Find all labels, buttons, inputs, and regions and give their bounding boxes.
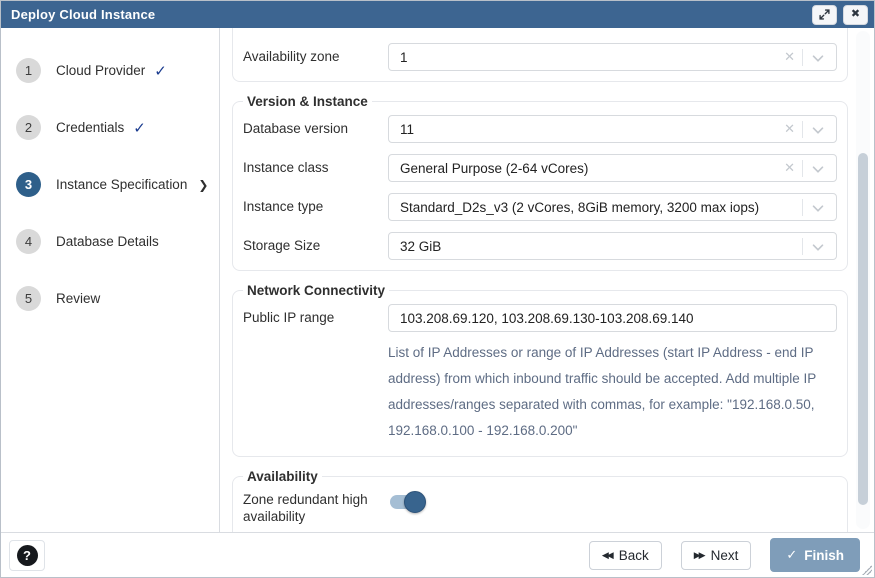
step-label: Credentials: [56, 120, 124, 135]
database-version-row: Database version 11 ✕: [243, 115, 837, 143]
combobox-value: 32 GiB: [400, 239, 802, 254]
deploy-cloud-instance-dialog: Deploy Cloud Instance ✖ 1 Cloud Provider…: [0, 0, 875, 578]
chevron-down-icon[interactable]: [803, 125, 828, 134]
availability-zone-combobox[interactable]: 1 ✕: [388, 43, 837, 71]
scrollbar-thumb[interactable]: [858, 153, 868, 505]
section-partial-top: Availability zone 1 ✕: [232, 28, 848, 82]
combobox-value: General Purpose (2-64 vCores): [400, 161, 777, 176]
instance-class-row: Instance class General Purpose (2-64 vCo…: [243, 154, 837, 182]
database-version-label: Database version: [243, 120, 388, 138]
step-label: Instance Specification: [56, 177, 187, 192]
step-number-badge: 3: [16, 172, 41, 197]
instance-type-combobox[interactable]: Standard_D2s_v3 (2 vCores, 8GiB memory, …: [388, 193, 837, 221]
chevron-right-icon: ❯: [198, 178, 208, 192]
storage-size-row: Storage Size 32 GiB: [243, 232, 837, 260]
step-label: Database Details: [56, 234, 159, 249]
clear-icon[interactable]: ✕: [777, 49, 802, 65]
check-icon: ✓: [786, 547, 797, 563]
double-arrow-right-icon: ▶▶: [694, 550, 704, 561]
step-cloud-provider[interactable]: 1 Cloud Provider ✓: [1, 42, 219, 99]
next-button[interactable]: ▶▶ Next: [681, 541, 752, 570]
back-button-label: Back: [619, 548, 649, 563]
dialog-title: Deploy Cloud Instance: [11, 7, 155, 22]
public-ip-range-help-text: List of IP Addresses or range of IP Addr…: [388, 340, 837, 444]
step-number-badge: 5: [16, 286, 41, 311]
instance-specification-form: Availability zone 1 ✕ Ver: [220, 28, 874, 532]
ha-toggle-row: Zone redundant high availability: [243, 490, 837, 526]
step-review[interactable]: 5 Review: [1, 270, 219, 327]
combobox-controls: [802, 199, 828, 216]
section-availability-legend: Availability: [243, 469, 322, 484]
dialog-titlebar: Deploy Cloud Instance ✖: [1, 1, 874, 28]
section-version-instance: Version & Instance Database version 11 ✕: [232, 94, 848, 271]
step-database-details[interactable]: 4 Database Details: [1, 213, 219, 270]
toggle-knob: [404, 491, 426, 513]
section-version-instance-legend: Version & Instance: [243, 94, 372, 109]
check-icon: ✓: [133, 119, 146, 137]
resize-grip[interactable]: [862, 565, 872, 575]
maximize-button[interactable]: [812, 5, 837, 25]
vertical-scrollbar[interactable]: [856, 31, 870, 529]
step-label: Review: [56, 291, 100, 306]
step-label: Cloud Provider: [56, 63, 145, 78]
availability-zone-label: Availability zone: [243, 48, 388, 66]
storage-size-label: Storage Size: [243, 237, 388, 255]
chevron-down-icon[interactable]: [803, 242, 828, 251]
combobox-value: Standard_D2s_v3 (2 vCores, 8GiB memory, …: [400, 200, 802, 215]
section-network-connectivity: Network Connectivity Public IP range Lis…: [232, 283, 848, 457]
wizard-steps-sidebar: 1 Cloud Provider ✓ 2 Credentials ✓ 3 Ins…: [1, 28, 220, 532]
combobox-controls: ✕: [777, 49, 828, 66]
storage-size-combobox[interactable]: 32 GiB: [388, 232, 837, 260]
chevron-down-icon[interactable]: [803, 53, 828, 62]
public-ip-range-label: Public IP range: [243, 304, 388, 327]
check-icon: ✓: [154, 62, 167, 80]
step-instance-specification[interactable]: 3 Instance Specification ❯: [1, 156, 219, 213]
clear-icon[interactable]: ✕: [777, 160, 802, 176]
help-icon: ?: [17, 545, 38, 566]
dialog-body: 1 Cloud Provider ✓ 2 Credentials ✓ 3 Ins…: [1, 28, 874, 532]
combobox-controls: [802, 238, 828, 255]
back-button[interactable]: ◀◀ Back: [589, 541, 662, 570]
step-number-badge: 2: [16, 115, 41, 140]
ha-toggle-label: Zone redundant high availability: [243, 490, 388, 526]
maximize-icon: [819, 9, 830, 20]
step-credentials[interactable]: 2 Credentials ✓: [1, 99, 219, 156]
combobox-value: 11: [400, 122, 777, 137]
public-ip-range-input[interactable]: [388, 304, 837, 332]
section-network-connectivity-legend: Network Connectivity: [243, 283, 389, 298]
double-arrow-left-icon: ◀◀: [602, 550, 612, 561]
dialog-footer: ? ◀◀ Back ▶▶ Next ✓ Finish: [1, 532, 874, 577]
close-icon: ✖: [851, 9, 860, 20]
finish-button-label: Finish: [804, 548, 844, 563]
finish-button[interactable]: ✓ Finish: [770, 538, 860, 572]
database-version-combobox[interactable]: 11 ✕: [388, 115, 837, 143]
step-number-badge: 4: [16, 229, 41, 254]
help-button[interactable]: ?: [9, 540, 45, 571]
availability-zone-row: Availability zone 1 ✕: [243, 43, 837, 71]
next-button-label: Next: [711, 548, 739, 563]
instance-class-label: Instance class: [243, 159, 388, 177]
instance-type-label: Instance type: [243, 198, 388, 216]
combobox-value: 1: [400, 50, 777, 65]
public-ip-range-row: Public IP range: [243, 304, 837, 332]
step-number-badge: 1: [16, 58, 41, 83]
combobox-controls: ✕: [777, 160, 828, 177]
clear-icon[interactable]: ✕: [777, 121, 802, 137]
chevron-down-icon[interactable]: [803, 203, 828, 212]
chevron-down-icon[interactable]: [803, 164, 828, 173]
instance-class-combobox[interactable]: General Purpose (2-64 vCores) ✕: [388, 154, 837, 182]
combobox-controls: ✕: [777, 121, 828, 138]
close-button[interactable]: ✖: [843, 5, 868, 25]
instance-type-row: Instance type Standard_D2s_v3 (2 vCores,…: [243, 193, 837, 221]
ha-toggle-switch[interactable]: [390, 494, 426, 510]
